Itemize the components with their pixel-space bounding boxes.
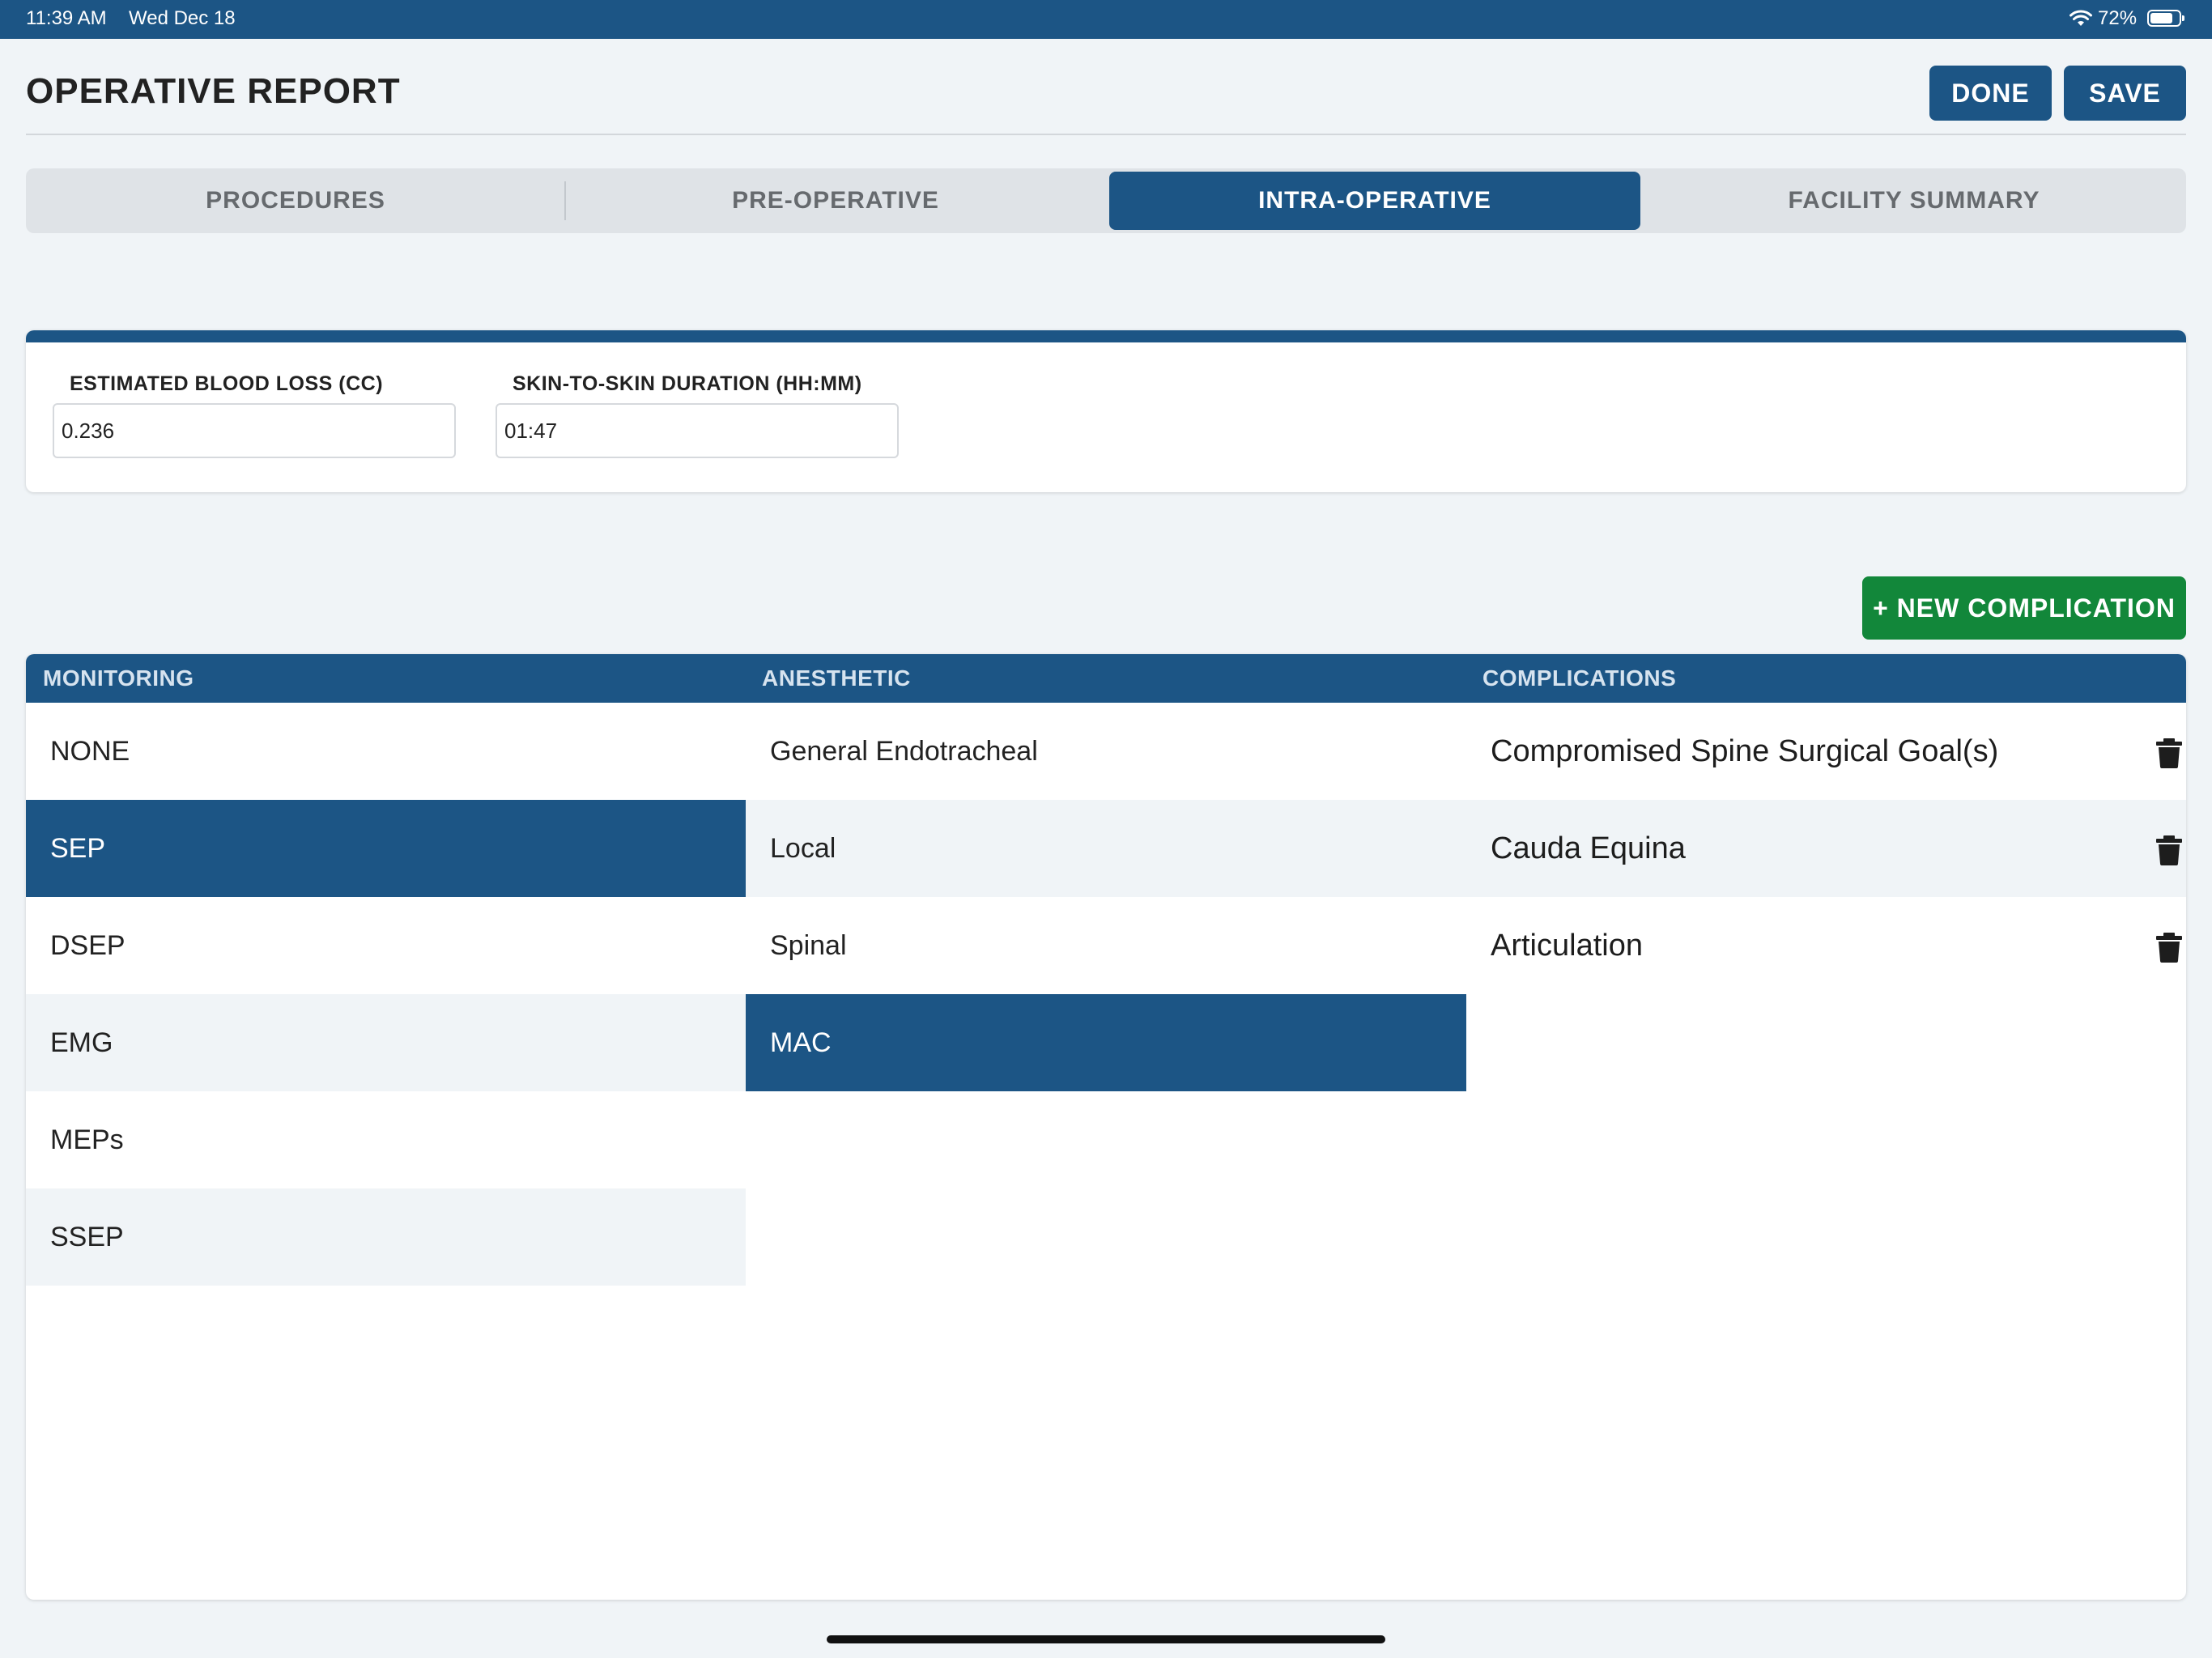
monitoring-option-dsep[interactable]: DSEP — [26, 897, 746, 994]
trash-icon[interactable] — [2155, 738, 2183, 768]
done-button[interactable]: DONE — [1929, 66, 2052, 121]
status-bar: 11:39 AM Wed Dec 18 72% — [0, 0, 2212, 39]
header-divider — [26, 134, 2186, 135]
home-indicator[interactable] — [827, 1635, 1385, 1643]
duration-input[interactable]: 01:47 — [496, 403, 899, 458]
tab-facility-summary[interactable]: FACILITY SUMMARY — [1645, 172, 2183, 230]
table-header: MONITORING ANESTHETIC COMPLICATIONS — [26, 654, 2186, 703]
monitoring-option-emg[interactable]: EMG — [26, 994, 746, 1091]
wifi-icon — [2069, 10, 2092, 26]
anesthetic-option-local[interactable]: Local — [746, 800, 1466, 897]
complication-label: Compromised Spine Surgical Goal(s) — [1491, 734, 1999, 768]
monitoring-option-ssep[interactable]: SSEP — [26, 1188, 746, 1286]
complication-row[interactable]: Articulation — [1466, 897, 2186, 994]
monitoring-option-none[interactable]: NONE — [26, 703, 746, 800]
complication-label: Cauda Equina — [1491, 831, 1686, 865]
battery-percent: 72% — [2098, 7, 2138, 29]
blood-loss-label: ESTIMATED BLOOD LOSS (CC) — [70, 372, 384, 395]
blood-loss-input[interactable]: 0.236 — [53, 403, 456, 458]
tab-bar: PROCEDURES PRE-OPERATIVE INTRA-OPERATIVE… — [26, 168, 2186, 233]
anesthetic-header: ANESTHETIC — [762, 665, 911, 691]
tab-intra-operative[interactable]: INTRA-OPERATIVE — [1109, 172, 1640, 230]
complication-label: Articulation — [1491, 929, 1643, 963]
anesthetic-option-mac[interactable]: MAC — [746, 994, 1466, 1091]
duration-label: SKIN-TO-SKIN DURATION (HH:MM) — [513, 372, 862, 395]
monitoring-header: MONITORING — [43, 665, 194, 691]
battery-icon — [2147, 10, 2184, 27]
monitoring-option-sep[interactable]: SEP — [26, 800, 746, 897]
card-accent-bar — [26, 330, 2186, 342]
monitoring-option-meps[interactable]: MEPs — [26, 1091, 746, 1188]
status-time: 11:39 AM — [26, 7, 107, 29]
page-title: OPERATIVE REPORT — [26, 71, 401, 111]
trash-icon[interactable] — [2155, 835, 2183, 865]
status-date: Wed Dec 18 — [129, 7, 236, 29]
trash-icon[interactable] — [2155, 932, 2183, 963]
complication-row[interactable]: Cauda Equina — [1466, 800, 2186, 897]
anesthetic-option-general-endotracheal[interactable]: General Endotracheal — [746, 703, 1466, 800]
new-complication-button[interactable]: + NEW COMPLICATION — [1862, 576, 2186, 640]
intra-op-fields-card: ESTIMATED BLOOD LOSS (CC) 0.236 SKIN-TO-… — [26, 330, 2186, 492]
save-button[interactable]: SAVE — [2064, 66, 2186, 121]
complication-row[interactable]: Compromised Spine Surgical Goal(s) — [1466, 703, 2186, 800]
tab-procedures[interactable]: PROCEDURES — [29, 172, 562, 230]
complications-header: COMPLICATIONS — [1482, 665, 1677, 691]
anesthetic-option-spinal[interactable]: Spinal — [746, 897, 1466, 994]
tab-pre-operative[interactable]: PRE-OPERATIVE — [568, 172, 1103, 230]
tab-separator — [564, 181, 566, 220]
selection-table: MONITORING ANESTHETIC COMPLICATIONS NONE… — [26, 654, 2186, 1600]
